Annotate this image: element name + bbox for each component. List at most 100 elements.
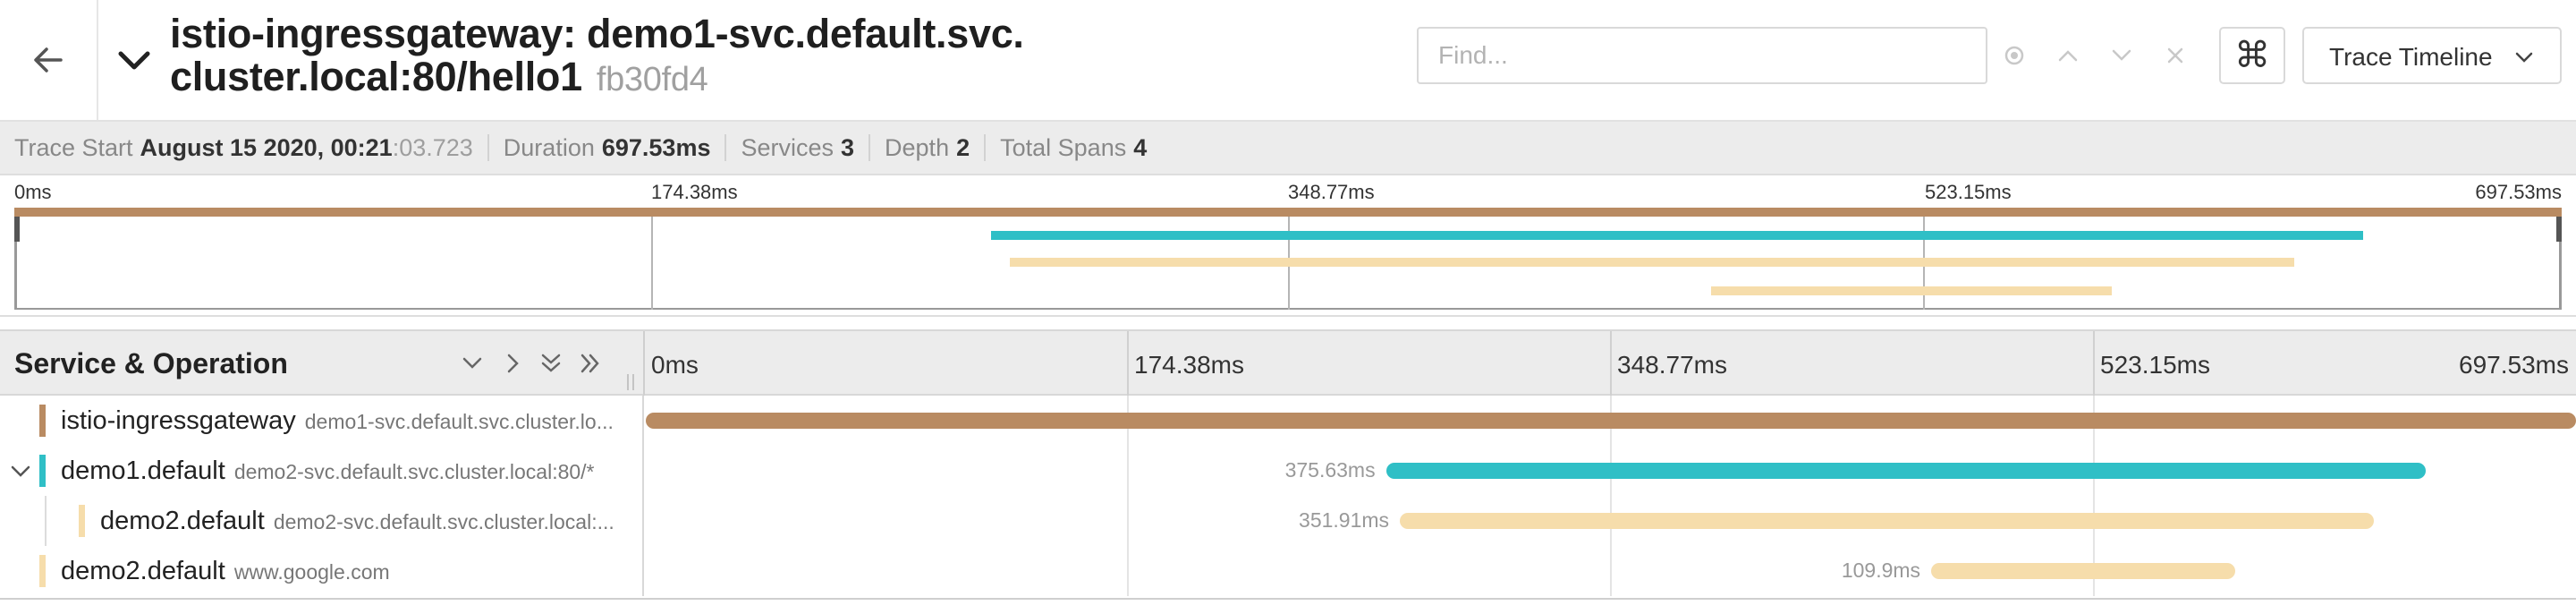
span-timeline-cell[interactable]: 109.9ms (646, 546, 2576, 596)
minimap-tick: 348.77ms (1288, 181, 1375, 203)
view-select-value: Trace Timeline (2329, 43, 2493, 71)
span-timeline-cell[interactable] (646, 396, 2576, 446)
operation-name: www.google.com (233, 560, 390, 584)
operation-name: demo1-svc.default.svc.cluster.lo... (304, 410, 614, 433)
trace-page-header: istio-ingressgateway: demo1-svc.default.… (0, 0, 2576, 122)
service-operation-title: Service & Operation (14, 347, 288, 379)
minimap-span-bar (1710, 286, 2113, 295)
minimap-tick: 174.38ms (651, 181, 738, 203)
depth-value: 2 (956, 133, 970, 161)
span-bar[interactable] (1385, 463, 2426, 479)
service-name: istio-ingressgateway (61, 406, 296, 435)
timeline-gridline (1127, 496, 1129, 546)
chevron-right-icon (507, 354, 519, 373)
divider (724, 134, 727, 161)
span-duration-label: 351.91ms (1299, 508, 1390, 532)
double-chevron-down-icon (541, 354, 561, 372)
view-select[interactable]: Trace Timeline (2302, 27, 2562, 84)
duration: Duration 697.53ms (504, 134, 711, 162)
collapse-one-button[interactable] (456, 347, 488, 379)
timeline-tick: 348.77ms (1617, 351, 1727, 379)
timeline-gridline (1127, 446, 1129, 496)
span-timeline-cell[interactable]: 351.91ms (646, 496, 2576, 546)
expand-all-button[interactable] (574, 347, 606, 379)
duration-value: 697.53ms (601, 133, 711, 161)
span-bar[interactable] (1400, 513, 2374, 529)
service-name: demo1.default (61, 456, 225, 485)
chevron-down-icon[interactable] (9, 460, 32, 483)
timeline-tick: 0ms (651, 351, 699, 379)
services: Services 3 (741, 134, 854, 162)
minimap-tick: 0ms (14, 181, 52, 203)
span-name-cell[interactable]: istio-ingressgateway demo1-svc.default.sv… (0, 396, 644, 446)
service-color-marker (79, 505, 85, 537)
minimap-tick: 523.15ms (1925, 181, 2012, 203)
chevron-down-icon (462, 357, 482, 369)
timeline-gridline (1610, 331, 1612, 396)
trace-start: Trace Start August 15 2020, 00:21:03.723 (14, 134, 473, 162)
divider (0, 598, 2576, 600)
minimap-right-handle[interactable] (2556, 217, 2562, 242)
minimap-root-span-bar (14, 208, 2562, 217)
span-bar[interactable] (646, 413, 2576, 429)
locate-button[interactable] (1995, 36, 2034, 75)
clear-find-button[interactable] (2156, 36, 2195, 75)
trace-title-line2: cluster.local:80/hello1 (170, 54, 582, 99)
column-resizer-icon[interactable] (625, 374, 636, 390)
span-label: demo2.default demo2-svc.default.svc.clust… (100, 507, 614, 536)
close-icon (2167, 47, 2183, 64)
span-label: demo1.default demo2-svc.default.svc.clust… (61, 456, 595, 486)
back-button[interactable] (0, 0, 98, 120)
trace-summary-bar: Trace Start August 15 2020, 00:21:03.723… (0, 122, 2576, 175)
depth-label: Depth (885, 133, 950, 161)
trace-minimap[interactable]: 0ms 174.38ms 348.77ms 523.15ms 697.53ms (0, 175, 2576, 317)
command-key-icon: ⌘ (2234, 36, 2270, 75)
prev-match-button[interactable] (2048, 36, 2088, 75)
minimap-left-handle[interactable] (14, 217, 20, 242)
collapse-trace-button[interactable] (113, 39, 156, 82)
service-color-marker (39, 405, 46, 437)
trace-title: istio-ingressgateway: demo1-svc.default.… (170, 13, 1377, 101)
trace-title-line1: istio-ingressgateway: demo1-svc.default.… (170, 11, 1024, 56)
span-bar[interactable] (1931, 563, 2236, 579)
divider (984, 134, 987, 161)
span-row: istio-ingressgateway demo1-svc.default.sv… (0, 396, 2576, 446)
service-name: demo2.default (100, 507, 265, 535)
span-name-cell[interactable]: demo1.default demo2-svc.default.svc.clust… (0, 446, 644, 496)
timeline-gridline (1610, 546, 1612, 596)
timeline-gridline (2093, 331, 2095, 396)
span-duration-label: 375.63ms (1284, 458, 1376, 482)
operation-name: demo2-svc.default.svc.cluster.local:... (273, 510, 614, 533)
span-row: demo2.default demo2-svc.default.svc.clust… (0, 496, 2576, 546)
timeline-tick: 697.53ms (2459, 351, 2569, 379)
duration-label: Duration (503, 133, 595, 161)
keyboard-shortcuts-button[interactable]: ⌘ (2219, 27, 2285, 84)
find-box (1417, 27, 1987, 84)
timeline-header: Service & Operation 0ms 174.38ms 348.77m… (0, 329, 2576, 396)
trace-start-ms: :03.723 (392, 133, 473, 161)
services-value: 3 (841, 133, 855, 161)
chevron-up-icon (2058, 50, 2078, 62)
span-row: demo2.default www.google.com 109.9ms (0, 546, 2576, 596)
minimap-span-bar (991, 231, 2363, 240)
divider (869, 134, 871, 161)
span-duration-label: 109.9ms (1841, 559, 1921, 582)
arrow-left-icon (34, 47, 63, 72)
timeline-gridline (1127, 546, 1129, 596)
span-name-cell[interactable]: demo2.default www.google.com (0, 546, 644, 596)
trace-id: fb30fd4 (596, 61, 708, 98)
span-name-cell[interactable]: demo2.default demo2-svc.default.svc.clust… (0, 496, 644, 546)
next-match-button[interactable] (2102, 36, 2141, 75)
trace-start-value: August 15 2020, 00:21 (140, 133, 393, 161)
minimap-gridline (651, 208, 653, 310)
span-label: istio-ingressgateway demo1-svc.default.sv… (61, 406, 614, 436)
locate-icon (2004, 46, 2024, 65)
total-spans-label: Total Spans (1000, 133, 1127, 161)
depth: Depth 2 (885, 134, 970, 162)
divider (487, 134, 489, 161)
expand-one-button[interactable] (497, 347, 530, 379)
span-label: demo2.default www.google.com (61, 557, 390, 586)
collapse-all-button[interactable] (535, 347, 567, 379)
find-input[interactable] (1419, 29, 1987, 82)
span-timeline-cell[interactable]: 375.63ms (646, 446, 2576, 496)
